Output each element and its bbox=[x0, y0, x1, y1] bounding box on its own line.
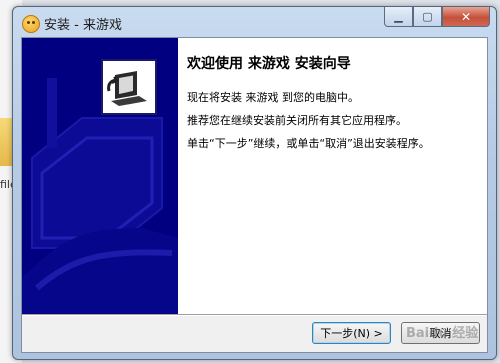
next-button[interactable]: 下一步(N) > bbox=[312, 322, 391, 344]
wizard-text-line: 推荐您在继续安装前关闭所有其它应用程序。 bbox=[187, 114, 407, 127]
wizard-text-line: 现在将安装 来游戏 到您的电脑中。 bbox=[187, 91, 359, 104]
minimize-button[interactable]: ▁ bbox=[384, 7, 413, 27]
wizard-banner bbox=[22, 38, 178, 314]
title-bar[interactable]: 安装 - 来游戏 ▁ ▢ ✕ bbox=[13, 7, 496, 37]
wizard-text-line: 单击“下一步”继续，或单击“取消”退出安装程序。 bbox=[187, 137, 430, 150]
maximize-button[interactable]: ▢ bbox=[413, 7, 442, 27]
app-icon bbox=[22, 15, 40, 33]
wizard-content: 欢迎使用 来游戏 安装向导 现在将安装 来游戏 到您的电脑中。 推荐您在继续安装… bbox=[178, 38, 487, 314]
close-button[interactable]: ✕ bbox=[442, 7, 490, 27]
window-controls: ▁ ▢ ✕ bbox=[384, 7, 490, 27]
wizard-headline: 欢迎使用 来游戏 安装向导 bbox=[187, 56, 351, 72]
button-separator bbox=[22, 314, 487, 316]
window-title: 安装 - 来游戏 bbox=[44, 18, 122, 33]
cancel-button[interactable]: 取消 bbox=[401, 322, 480, 344]
wizard-client-area: 欢迎使用 来游戏 安装向导 现在将安装 来游戏 到您的电脑中。 推荐您在继续安装… bbox=[21, 37, 488, 353]
installer-window: 安装 - 来游戏 ▁ ▢ ✕ 欢迎使用 来游戏 安装向导 现在将安装 来游戏 到… bbox=[12, 6, 497, 360]
installer-logo-icon bbox=[101, 59, 157, 115]
